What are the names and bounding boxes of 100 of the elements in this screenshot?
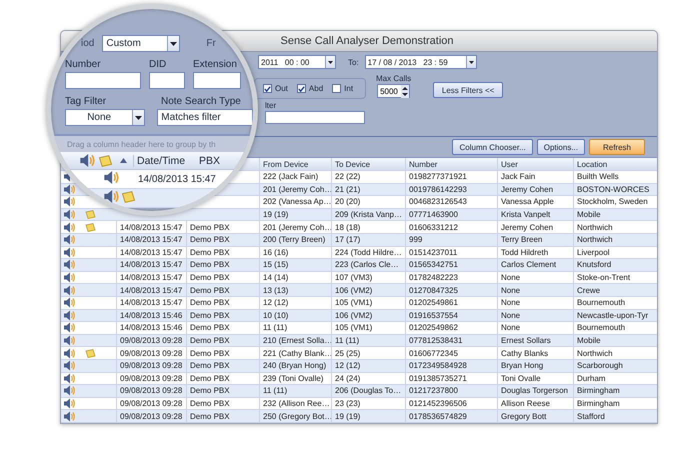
table-cell: 20 (20) (335, 197, 360, 206)
table-cell: BOSTON-WORCES (577, 184, 650, 194)
table-cell: None (501, 298, 520, 308)
toolbar-button[interactable]: Column Chooser... (452, 139, 533, 155)
column-header[interactable]: Location (573, 158, 657, 170)
column-header[interactable]: PBX (199, 154, 220, 166)
table-cell: Northwich (577, 222, 613, 232)
to-date-field[interactable]: 17 / 08 / 2013 23 : 59 (364, 55, 477, 69)
speaker-icon (63, 385, 76, 396)
speaker-icon (63, 259, 76, 270)
note-search-type-label: Note Search Type (161, 96, 241, 107)
table-cell: None (501, 323, 520, 332)
table-cell: Gregory Bott (501, 412, 546, 421)
table-cell: 14/08/2013 15:47 (138, 174, 216, 184)
note-search-type-field[interactable]: Matches filter (157, 109, 253, 126)
table-cell: 250 (Gregory Bot… (263, 412, 332, 421)
table-cell: 25 (25) (335, 348, 360, 358)
table-cell: 09/08/2013 09:28 (120, 361, 182, 370)
table-cell: 106 (VM2) (335, 286, 372, 295)
checkbox[interactable] (332, 84, 342, 93)
toolbar-button[interactable]: Options... (536, 139, 585, 155)
speaker-icon (103, 170, 120, 185)
checkbox[interactable] (296, 84, 306, 93)
number-field[interactable] (65, 72, 141, 89)
note-filter-label: lter (265, 101, 278, 110)
speaker-icon (63, 410, 76, 422)
less-filters-button[interactable]: Less Filters << (433, 82, 504, 98)
table-cell: 14/08/2013 15:47 (120, 248, 182, 257)
tag-filter-dropdown[interactable]: None (65, 109, 146, 126)
table-cell: Demo PBX (190, 235, 230, 244)
column-header[interactable]: From Device (259, 158, 331, 170)
max-calls-label: Max Calls (376, 74, 412, 83)
window-title: Sense Call Analyser Demonstration (279, 35, 454, 47)
period-dropdown[interactable]: Custom (102, 35, 180, 52)
speaker-icon (63, 398, 76, 409)
note-icon (98, 154, 113, 166)
checkbox-label: Int (344, 84, 354, 93)
column-header[interactable]: To Device (331, 158, 405, 170)
table-cell: 239 (Toni Ovalle) (263, 374, 324, 383)
table-cell: Demo PBX (190, 412, 230, 421)
table-cell: 09/08/2013 09:28 (120, 348, 182, 358)
did-field[interactable] (149, 72, 185, 89)
table-cell: Douglas Torgerson (501, 386, 568, 396)
table-cell: 19 (19) (263, 210, 288, 220)
table-cell: None (501, 273, 520, 282)
table-cell: 17 (17) (335, 235, 360, 244)
table-cell: 077812538431 (409, 336, 462, 346)
table-cell: 12 (12) (263, 298, 288, 308)
period-label: iod (81, 38, 94, 49)
table-cell: 14/08/2013 15:47 (120, 235, 182, 244)
table-cell: Toni Ovalle (501, 374, 541, 383)
column-header[interactable]: Number (405, 158, 497, 170)
table-cell: 202 (Vanessa Ap… (263, 197, 332, 206)
speaker-icon (63, 184, 76, 195)
table-cell: Krista Vanpelt (501, 210, 550, 220)
speaker-icon (79, 153, 96, 168)
did-label: DID (149, 59, 168, 70)
caret-icon (468, 60, 474, 64)
speaker-icon (63, 335, 76, 346)
table-cell: 224 (Todd Hildre… (335, 248, 402, 257)
table-cell: 23 (23) (335, 398, 360, 408)
table-cell: Stoke-on-Trent (577, 273, 630, 282)
table-cell: 22 (22) (335, 172, 360, 182)
speaker-icon (63, 310, 76, 321)
table-cell: 01565342751 (409, 260, 458, 270)
group-hint: Drag a column header here to group by th (67, 140, 216, 148)
table-cell: Newcastle-upon-Tyr (577, 310, 648, 320)
checkbox[interactable] (263, 84, 272, 93)
table-cell: Demo PBX (190, 248, 230, 257)
table-cell: 01606772345 (409, 348, 458, 358)
table-cell: 01916537554 (409, 310, 458, 320)
table-cell: Cathy Blanks (501, 348, 548, 358)
table-cell: 19 (19) (335, 412, 360, 421)
toolbar-button[interactable]: Refresh (589, 139, 645, 155)
note-filter-field[interactable] (265, 111, 365, 124)
table-cell: 21 (21) (335, 184, 360, 194)
max-calls-spinner[interactable]: 5000 (377, 84, 410, 98)
table-cell: Jeremy Cohen (501, 184, 554, 194)
from-date-field[interactable]: 2011 00 : 00 (258, 55, 336, 69)
table-cell: 14/08/2013 15:47 (120, 286, 182, 295)
table-cell: 223 (Carlos Cle… (335, 260, 399, 270)
caret-icon (328, 60, 333, 64)
table-cell: 16 (16) (263, 248, 288, 257)
table-cell: 0178536574829 (409, 412, 467, 421)
column-header[interactable]: User (497, 158, 573, 170)
table-cell: Northwich (577, 348, 613, 358)
extension-field[interactable] (193, 72, 241, 89)
table-cell: 01606331212 (409, 222, 458, 232)
table-cell: 24 (24) (335, 374, 360, 383)
table-cell: 18 (18) (335, 222, 360, 232)
table-cell: 106 (VM2) (335, 310, 372, 320)
table-cell: 14/08/2013 15:47 (120, 298, 182, 308)
checkbox-label: Abd (308, 84, 324, 93)
table-cell: 201 (Jeremy Coh… (263, 222, 332, 232)
speaker-icon (63, 272, 76, 284)
table-cell: Todd Hildreth (501, 248, 548, 257)
table-cell: 107 (VM3) (335, 273, 372, 282)
table-cell: Vanessa Apple (501, 197, 554, 206)
table-cell: Demo PBX (190, 286, 230, 295)
column-header[interactable]: Date/Time (133, 154, 197, 166)
